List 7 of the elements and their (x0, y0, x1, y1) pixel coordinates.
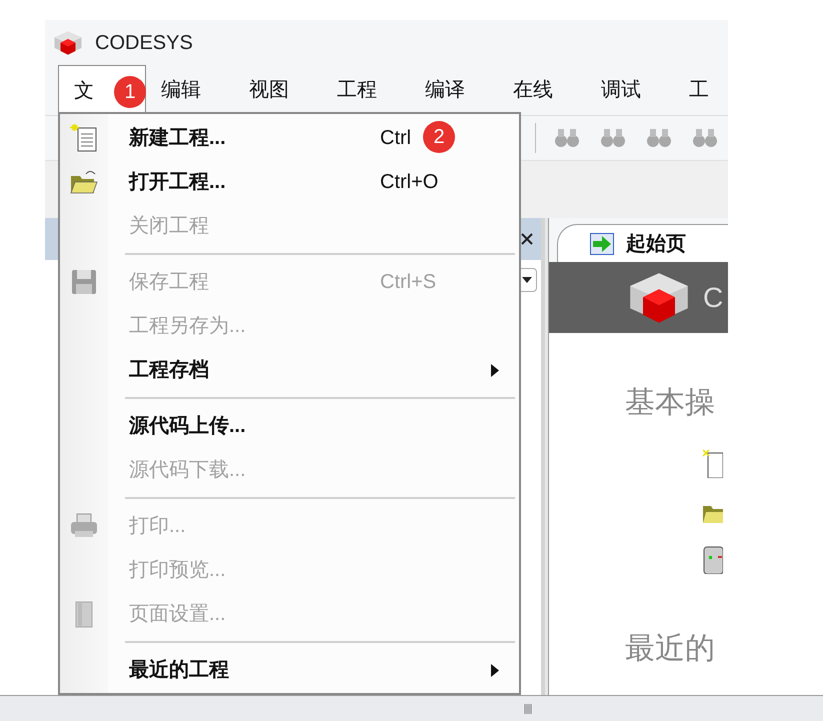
shortcut-text: Ctrl+O (380, 170, 438, 195)
section-heading: 最近的 (625, 631, 716, 664)
shortcut-text: Ctrl+S (380, 270, 436, 295)
window-title: CODESYS (95, 30, 193, 56)
banner-text: C (703, 280, 724, 314)
shortcut-text: Ctrl (380, 126, 412, 151)
section-heading: 基本操 (625, 388, 716, 418)
